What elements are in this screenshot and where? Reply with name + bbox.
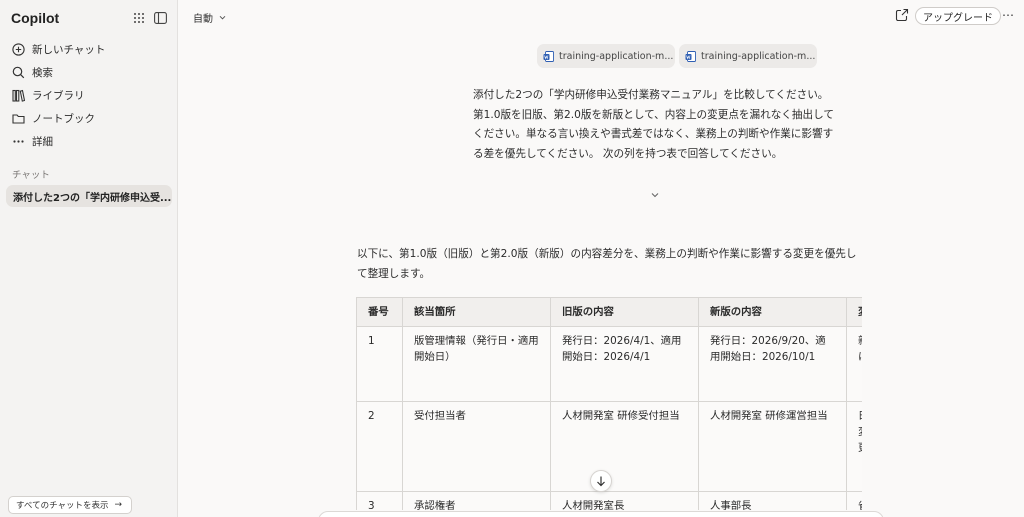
library-icon <box>11 89 25 103</box>
upgrade-button[interactable]: アップグレード <box>915 7 1001 25</box>
notebook-icon <box>11 112 25 126</box>
column-header: 変 <box>846 297 862 327</box>
show-all-chats-label: すべてのチャットを表示 <box>16 501 109 511</box>
sidebar-item-label: 新しいチャット <box>32 44 106 56</box>
sidebar-item-label: 検索 <box>32 67 53 79</box>
sidebar-item-notebook[interactable]: ノートブック <box>6 107 172 130</box>
show-all-chats-button[interactable]: すべてのチャットを表示 → <box>8 496 133 514</box>
attachment-chip[interactable]: training-application-m... <box>679 44 817 68</box>
table-cell: 2 <box>356 401 403 492</box>
table-cell: 1 <box>356 326 403 402</box>
assistant-answer-intro: 以下に、第1.0版（旧版）と第2.0版（新版）の内容差分を、業務上の判断や作業に… <box>357 248 857 280</box>
mode-label: 自動 <box>193 14 213 25</box>
table-cell: 日分変連更 <box>846 401 862 492</box>
sidebar-chat-item-active[interactable]: 添付した2つの「学内研修申込受... <box>6 185 172 207</box>
table-cell: 新付に更 <box>846 326 862 402</box>
table-cell: 人材開発室長 <box>550 491 699 510</box>
column-header: 新版の内容 <box>698 297 847 327</box>
table-cell: 版管理情報（発行日・適用開始日） <box>402 326 551 402</box>
sidebar-item-library[interactable]: ライブラリ <box>6 84 172 107</box>
expand-message-chevron-icon[interactable] <box>649 189 661 201</box>
message-composer[interactable] <box>318 511 884 517</box>
arrow-right-icon: → <box>114 500 123 510</box>
sidebar-item-label: ノートブック <box>32 113 95 125</box>
column-header: 旧版の内容 <box>550 297 699 327</box>
sidebar-item-label: 詳細 <box>32 136 53 148</box>
brand-logo: Copilot <box>11 10 60 26</box>
table-cell: 省 <box>846 491 862 510</box>
sidebar-item-new-chat[interactable]: 新しいチャット <box>6 38 172 61</box>
table-cell: 人材開発室 研修受付担当 <box>550 401 699 492</box>
table-row: 3 承認権者 人材開発室長 人事部長 省 <box>356 491 862 510</box>
table-cell: 承認権者 <box>402 491 551 510</box>
sidebar-item-label: ライブラリ <box>32 90 85 102</box>
column-header: 番号 <box>356 297 403 327</box>
more-options-icon[interactable]: ⋯ <box>1000 8 1016 24</box>
table-header-row: 番号 該当箇所 旧版の内容 新版の内容 変 <box>356 297 862 327</box>
word-document-icon <box>543 50 554 62</box>
table-cell: 人材開発室 研修運営担当 <box>698 401 847 492</box>
chats-section-label: チャット <box>12 170 50 181</box>
table-cell: 人事部長 <box>698 491 847 510</box>
sidebar-nav: 新しいチャット 検索 ライブラリ ノートブック 詳細 <box>6 38 172 153</box>
column-header: 該当箇所 <box>402 297 551 327</box>
sidebar-item-search[interactable]: 検索 <box>6 61 172 84</box>
table-cell: 3 <box>356 491 403 510</box>
scroll-to-bottom-button[interactable] <box>590 470 612 492</box>
word-document-icon <box>685 50 696 62</box>
ellipsis-icon <box>11 135 25 149</box>
sidebar-toggle-icon[interactable] <box>152 10 168 26</box>
attachment-chip[interactable]: training-application-m... <box>537 44 675 68</box>
table-cell: 発行日：2026/9/20、適用開始日：2026/10/1 <box>698 326 847 402</box>
table-cell: 発行日：2026/4/1、適用開始日：2026/4/1 <box>550 326 699 402</box>
table-row: 1 版管理情報（発行日・適用開始日） 発行日：2026/4/1、適用開始日：20… <box>356 326 862 402</box>
chevron-down-icon <box>219 15 226 20</box>
user-message: 添付した2つの「学内研修申込受付業務マニュアル」を比較してください。 第1.0版… <box>473 86 835 182</box>
arrow-down-icon <box>597 476 605 487</box>
sidebar-item-more[interactable]: 詳細 <box>6 130 172 153</box>
search-icon <box>11 66 25 80</box>
attachment-name: training-application-m... <box>559 50 674 62</box>
sidebar: Copilot 新しいチャット 検索 ライブラリ ノートブック 詳細 チャット … <box>0 0 178 517</box>
apps-grid-icon[interactable] <box>131 10 147 26</box>
table-cell: 受付担当者 <box>402 401 551 492</box>
plus-circle-icon <box>11 43 25 57</box>
share-icon[interactable] <box>895 8 911 24</box>
mode-selector[interactable]: 自動 <box>193 10 227 25</box>
attachment-name: training-application-m... <box>701 50 816 62</box>
